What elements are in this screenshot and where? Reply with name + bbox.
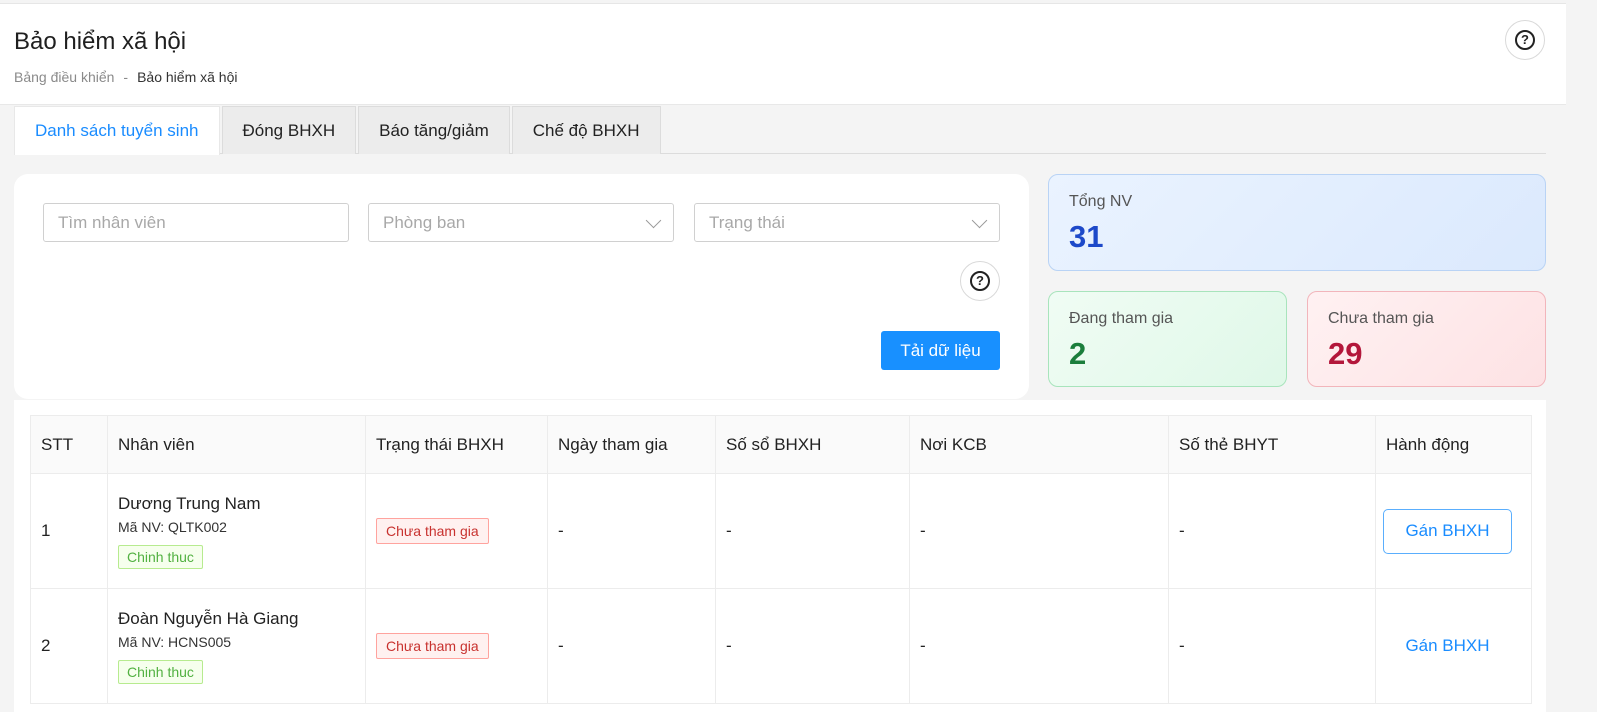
stat-participating-label: Đang tham gia xyxy=(1069,310,1174,327)
join-date-cell: - xyxy=(547,588,716,704)
stat-total-value: 31 xyxy=(1069,219,1104,254)
stat-not-participating: Chưa tham gia 29 xyxy=(1307,291,1546,387)
column-header: Ngày tham gia xyxy=(547,415,716,474)
status-cell: Chưa tham gia xyxy=(365,588,548,704)
employee-code: Mã NV: HCNS005 xyxy=(118,633,232,650)
department-select[interactable]: Phòng ban xyxy=(368,203,674,242)
breadcrumb-current: Bảo hiểm xã hội xyxy=(137,69,238,85)
tab-dong-bhxh[interactable]: Đóng BHXH xyxy=(221,106,357,154)
join-date-cell: - xyxy=(547,473,716,589)
stat-not-participating-label: Chưa tham gia xyxy=(1328,310,1434,327)
employment-type-badge: Chinh thuc xyxy=(118,659,203,684)
tab-bao-tang-giam[interactable]: Báo tăng/giảm xyxy=(358,106,510,154)
breadcrumb-home[interactable]: Bảng điều khiển xyxy=(14,69,114,85)
tab-danh-sach-tuyen-sinh[interactable]: Danh sách tuyển sinh xyxy=(14,106,220,155)
table-row: 1 Dương Trung Nam Mã NV: QLTK002 Chinh t… xyxy=(30,473,1532,589)
action-cell: Gán BHXH xyxy=(1375,588,1532,704)
column-header: Hành động xyxy=(1375,415,1532,474)
employee-search-input[interactable]: Tìm nhân viên xyxy=(43,203,349,242)
column-header: Nơi KCB xyxy=(909,415,1169,474)
filter-panel: Tìm nhân viên Phòng ban Trạng thái ? Tải… xyxy=(14,174,1029,399)
table-row: 2 Đoàn Nguyễn Hà Giang Mã NV: HCNS005 Ch… xyxy=(30,588,1532,704)
assign-bhxh-button[interactable]: Gán BHXH xyxy=(1383,624,1512,669)
column-header: Số thẻ BHYT xyxy=(1168,415,1376,474)
column-header: STT xyxy=(30,415,108,474)
employee-code: Mã NV: QLTK002 xyxy=(118,518,227,535)
row-index: 1 xyxy=(30,473,108,589)
card-number-cell: - xyxy=(1168,473,1376,589)
status-badge: Chưa tham gia xyxy=(376,518,489,544)
stat-total-label: Tổng NV xyxy=(1069,193,1133,210)
chevron-down-icon xyxy=(645,212,662,229)
employee-table: STT Nhân viên Trạng thái BHXH Ngày tham … xyxy=(30,415,1532,704)
status-cell: Chưa tham gia xyxy=(365,473,548,589)
department-select-placeholder: Phòng ban xyxy=(383,212,466,232)
column-header: Trạng thái BHXH xyxy=(365,415,548,474)
assign-bhxh-button[interactable]: Gán BHXH xyxy=(1383,508,1512,554)
header-help-button[interactable]: ? xyxy=(1505,20,1545,60)
chevron-down-icon xyxy=(971,212,988,229)
action-cell: Gán BHXH xyxy=(1375,473,1532,589)
status-select-placeholder: Trạng thái xyxy=(709,212,785,232)
stat-participating-value: 2 xyxy=(1069,336,1087,371)
stat-total-employees: Tổng NV 31 xyxy=(1048,174,1546,271)
table-header-row: STT Nhân viên Trạng thái BHXH Ngày tham … xyxy=(30,415,1532,474)
breadcrumb-separator: - xyxy=(123,69,129,85)
status-select[interactable]: Trạng thái xyxy=(694,203,1000,242)
tab-bar: Danh sách tuyển sinh Đóng BHXH Báo tăng/… xyxy=(14,106,661,155)
card-number-cell: - xyxy=(1168,588,1376,704)
kcb-cell: - xyxy=(909,473,1169,589)
book-number-cell: - xyxy=(715,473,910,589)
employment-type-badge: Chinh thuc xyxy=(118,544,203,569)
status-badge: Chưa tham gia xyxy=(376,633,489,659)
book-number-cell: - xyxy=(715,588,910,704)
load-data-button[interactable]: Tải dữ liệu xyxy=(881,331,1000,370)
filter-help-button[interactable]: ? xyxy=(960,261,1000,301)
column-header: Số sổ BHXH xyxy=(715,415,910,474)
page-title: Bảo hiểm xã hội xyxy=(14,28,187,55)
tab-che-do-bhxh[interactable]: Chế độ BHXH xyxy=(511,106,661,154)
breadcrumb: Bảng điều khiển - Bảo hiểm xã hội xyxy=(14,69,238,85)
employee-name: Đoàn Nguyễn Hà Giang xyxy=(118,608,299,628)
employee-name: Dương Trung Nam xyxy=(118,493,261,513)
column-header: Nhân viên xyxy=(107,415,366,474)
stat-not-participating-value: 29 xyxy=(1328,336,1363,371)
stat-participating: Đang tham gia 2 xyxy=(1048,291,1287,387)
question-circle-icon: ? xyxy=(1515,30,1535,50)
employee-cell: Đoàn Nguyễn Hà Giang Mã NV: HCNS005 Chin… xyxy=(107,588,366,704)
row-index: 2 xyxy=(30,588,108,704)
employee-cell: Dương Trung Nam Mã NV: QLTK002 Chinh thu… xyxy=(107,473,366,589)
employee-table-card: STT Nhân viên Trạng thái BHXH Ngày tham … xyxy=(14,400,1546,712)
kcb-cell: - xyxy=(909,588,1169,704)
question-circle-icon: ? xyxy=(970,271,990,291)
page-header: Bảo hiểm xã hội Bảng điều khiển - Bảo hiểm… xyxy=(0,3,1566,105)
